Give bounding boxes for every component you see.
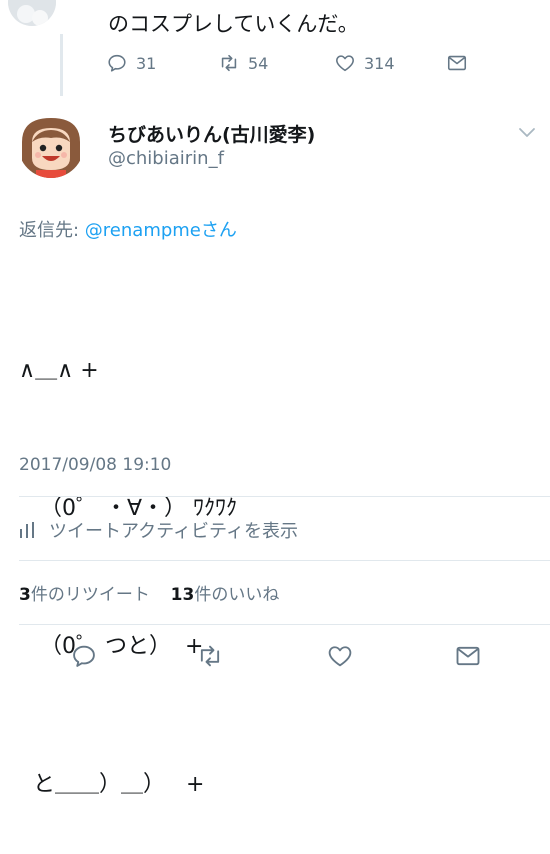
- divider: [19, 496, 550, 497]
- divider: [19, 624, 550, 625]
- prev-like-button[interactable]: 314: [334, 52, 395, 74]
- activity-label: ツイートアクティビティを表示: [49, 521, 298, 542]
- reply-icon: [108, 54, 126, 72]
- view-tweet-activity-button[interactable]: ツイートアクティビティを表示: [19, 517, 298, 543]
- retweets-link[interactable]: 3件のリツイート: [19, 585, 150, 605]
- reply-icon: [73, 645, 95, 667]
- engagement-counts: 3件のリツイート 13件のいいね: [19, 580, 279, 605]
- reply-to-mention[interactable]: @renampme: [85, 220, 201, 241]
- heart-icon: [328, 646, 352, 667]
- retweet-button[interactable]: [196, 642, 224, 674]
- envelope-icon: [447, 55, 467, 71]
- like-total-label: 件のいいね: [194, 585, 280, 605]
- reply-to-suffix: さん: [200, 220, 237, 241]
- thread-connector-line: [60, 34, 63, 96]
- retweet-icon: [221, 54, 237, 72]
- tweet-body-line: ∧＿∧ +: [19, 358, 99, 383]
- likes-link[interactable]: 13件のいいね: [171, 585, 280, 605]
- tweet-body: ∧＿∧ + （0゜ ・∀・） ﾜｸﾜｸ （0゜ つと） + と＿＿）＿） +: [19, 256, 237, 854]
- heart-icon: [336, 55, 354, 72]
- tweet-body-line: と＿＿）＿） +: [19, 772, 205, 797]
- bar-chart-icon: [20, 522, 34, 538]
- retweet-icon: [200, 645, 220, 667]
- chevron-down-icon: [519, 128, 535, 137]
- like-total: 13: [170, 585, 195, 605]
- author-display-name[interactable]: ちびあいりん(古川愛李): [108, 120, 315, 147]
- prev-dm-button[interactable]: [446, 52, 476, 74]
- author-handle[interactable]: @chibiairin_f: [108, 148, 224, 169]
- prev-retweet-count: 54: [248, 53, 269, 73]
- divider: [19, 560, 550, 561]
- envelope-icon: [456, 646, 480, 666]
- prev-reply-count: 31: [136, 53, 157, 73]
- previous-tweet-avatar[interactable]: [8, 0, 56, 26]
- like-button[interactable]: [326, 642, 354, 674]
- prev-like-count: 314: [364, 53, 395, 73]
- prev-reply-button[interactable]: 31: [106, 52, 156, 74]
- reply-to-line: 返信先: @renampmeさん: [19, 216, 237, 242]
- prev-retweet-button[interactable]: 54: [218, 52, 268, 74]
- retweet-total-label: 件のリツイート: [30, 585, 150, 605]
- direct-message-button[interactable]: [454, 642, 482, 674]
- reply-button[interactable]: [70, 642, 98, 674]
- previous-tweet-text: のコスプレしていくんだ。: [108, 12, 359, 36]
- reply-to-label: 返信先:: [19, 220, 85, 241]
- tweet-menu-button[interactable]: [518, 124, 536, 138]
- tweet-timestamp[interactable]: 2017/09/08 19:10: [19, 455, 171, 475]
- author-avatar[interactable]: [18, 112, 84, 178]
- retweet-total: 3: [19, 585, 31, 605]
